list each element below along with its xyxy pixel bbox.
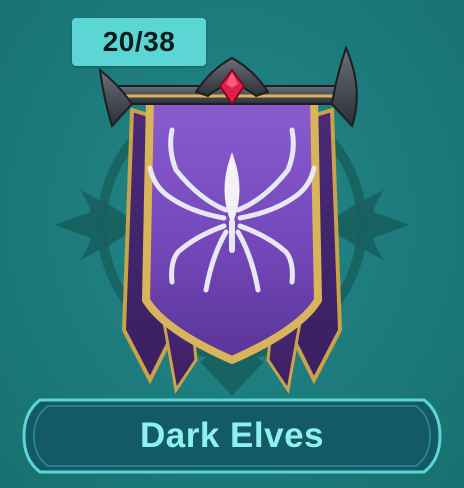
faction-card[interactable]: 20/38 Dark Elves — [0, 0, 464, 488]
faction-name: Dark Elves — [139, 416, 325, 455]
